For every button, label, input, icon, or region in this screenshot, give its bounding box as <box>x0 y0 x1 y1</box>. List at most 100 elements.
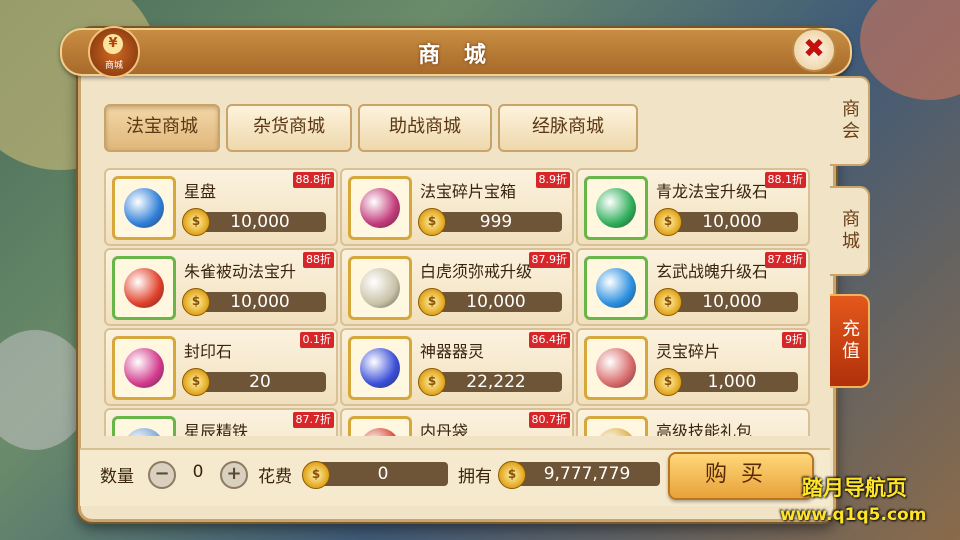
discount-badge: 87.9折 <box>528 252 570 268</box>
coin-icon: $ <box>302 461 330 489</box>
item-price: 999 <box>430 212 562 232</box>
side-tab-mall[interactable]: 商城 <box>830 186 870 276</box>
coin-icon: $ <box>182 288 210 316</box>
tab-grocery-shop[interactable]: 杂货商城 <box>226 104 352 152</box>
item-card[interactable]: 灵宝碎片 9折 1,000 $ <box>576 328 810 406</box>
cost-value: 0 <box>318 462 448 486</box>
side-tab-label: 商城 <box>839 209 860 253</box>
discount-badge: 86.4折 <box>528 332 570 348</box>
window-title: 商 城 <box>418 43 494 68</box>
item-name: 青龙法宝升级石 <box>656 182 769 201</box>
item-price: 10,000 <box>666 212 798 232</box>
cost-label: 花费 <box>258 467 292 487</box>
item-card[interactable]: 白虎须弥戒升级 87.9折 10,000 $ <box>340 248 574 326</box>
item-price: 22,222 <box>430 372 562 392</box>
item-price: 10,000 <box>194 292 326 312</box>
item-price: 1,000 <box>666 372 798 392</box>
item-card[interactable]: 封印石 0.1折 20 $ <box>104 328 338 406</box>
item-card[interactable]: 朱雀被动法宝升 88折 10,000 $ <box>104 248 338 326</box>
item-card[interactable]: 高级技能礼包 <box>576 408 810 436</box>
item-card[interactable]: 内丹袋 80.7折 <box>340 408 574 436</box>
buy-button[interactable]: 购买 <box>668 452 814 500</box>
quantity-label: 数量 <box>100 467 134 487</box>
watermark-title: 踏月导航页 <box>802 476 907 500</box>
item-icon <box>584 416 648 436</box>
decrease-quantity-button[interactable]: − <box>148 461 176 489</box>
item-icon <box>584 256 648 320</box>
item-icon <box>584 176 648 240</box>
title-bar: 商 城 <box>60 28 852 76</box>
item-card[interactable]: 神器器灵 86.4折 22,222 $ <box>340 328 574 406</box>
background-scene <box>860 0 960 100</box>
shop-badge-label: 商城 <box>104 61 123 71</box>
item-grid: 星盘 88.8折 10,000 $ 法宝碎片宝箱 8.9折 999 $ 青龙法宝… <box>100 166 812 436</box>
item-gem <box>124 348 164 388</box>
item-icon <box>348 416 412 436</box>
item-name: 朱雀被动法宝升 <box>184 262 297 281</box>
item-name: 星辰精铁 <box>184 422 249 436</box>
item-name: 星盘 <box>184 182 217 201</box>
discount-badge: 80.7折 <box>528 412 570 428</box>
close-button[interactable]: ✖ <box>792 28 836 72</box>
coin-icon: $ <box>654 208 682 236</box>
coin-icon: $ <box>418 208 446 236</box>
discount-badge: 0.1折 <box>299 332 334 348</box>
coin-icon: $ <box>182 368 210 396</box>
discount-badge: 9折 <box>782 332 806 348</box>
item-icon <box>348 336 412 400</box>
item-icon <box>112 176 176 240</box>
item-gem <box>360 428 400 436</box>
item-icon <box>112 256 176 320</box>
item-price: 10,000 <box>194 212 326 232</box>
item-name: 封印石 <box>184 342 233 361</box>
item-icon <box>112 416 176 436</box>
item-name: 白虎须弥戒升级 <box>420 262 533 281</box>
item-name: 法宝碎片宝箱 <box>420 182 517 201</box>
item-gem <box>360 188 400 228</box>
item-gem <box>124 268 164 308</box>
item-gem <box>596 268 636 308</box>
coin-icon: $ <box>418 288 446 316</box>
item-gem <box>596 188 636 228</box>
tab-fabao-shop[interactable]: 法宝商城 <box>104 104 220 152</box>
coin-icon: $ <box>182 208 210 236</box>
quantity-value[interactable]: 0 <box>180 462 216 482</box>
item-gem <box>596 348 636 388</box>
item-price: 20 <box>194 372 326 392</box>
item-card[interactable]: 星辰精铁 87.7折 <box>104 408 338 436</box>
side-tab-label: 充值 <box>839 319 860 363</box>
coin-icon: $ <box>498 461 526 489</box>
item-name: 内丹袋 <box>420 422 469 436</box>
side-tab-label: 商会 <box>839 99 860 143</box>
item-price: 10,000 <box>430 292 562 312</box>
background-scene <box>0 330 90 450</box>
shop-badge-icon: ¥ 商城 <box>88 26 140 78</box>
item-card[interactable]: 星盘 88.8折 10,000 $ <box>104 168 338 246</box>
item-name: 高级技能礼包 <box>656 422 753 436</box>
item-gem <box>124 428 164 436</box>
tab-assist-shop[interactable]: 助战商城 <box>358 104 492 152</box>
item-card[interactable]: 玄武战魄升级石 87.8折 10,000 $ <box>576 248 810 326</box>
discount-badge: 88折 <box>303 252 334 268</box>
item-gem <box>360 348 400 388</box>
item-card[interactable]: 青龙法宝升级石 88.1折 10,000 $ <box>576 168 810 246</box>
item-name: 神器器灵 <box>420 342 485 361</box>
owned-value: 9,777,779 <box>514 462 660 486</box>
side-tab-guild-shop[interactable]: 商会 <box>830 76 870 166</box>
coin-icon: $ <box>654 368 682 396</box>
coin-icon: $ <box>418 368 446 396</box>
watermark-url: www.q1q5.com <box>780 505 927 525</box>
side-tab-recharge[interactable]: 充值 <box>830 294 870 388</box>
item-name: 玄武战魄升级石 <box>656 262 769 281</box>
item-card[interactable]: 法宝碎片宝箱 8.9折 999 $ <box>340 168 574 246</box>
item-gem <box>360 268 400 308</box>
coin-icon: $ <box>654 288 682 316</box>
item-icon <box>348 256 412 320</box>
item-name: 灵宝碎片 <box>656 342 721 361</box>
item-gem <box>124 188 164 228</box>
discount-badge: 88.1折 <box>764 172 806 188</box>
increase-quantity-button[interactable]: + <box>220 461 248 489</box>
item-icon <box>348 176 412 240</box>
tab-meridian-shop[interactable]: 经脉商城 <box>498 104 638 152</box>
item-gem <box>596 428 636 436</box>
